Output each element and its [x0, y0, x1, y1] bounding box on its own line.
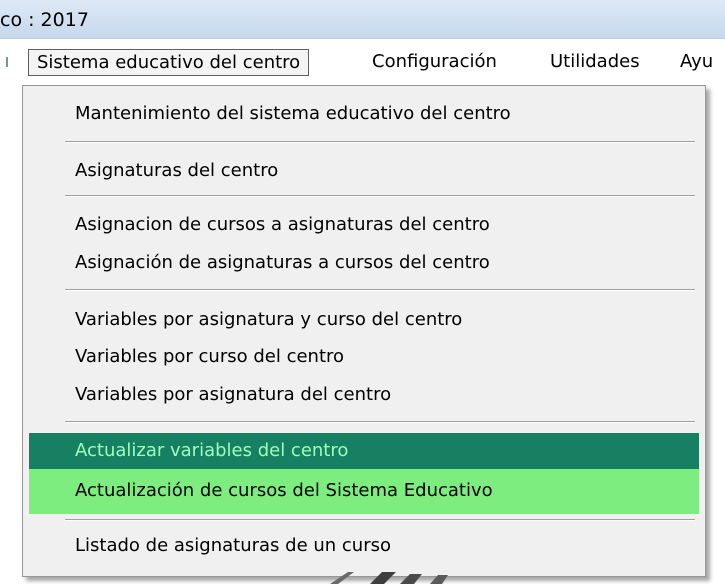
menu-ayuda[interactable]: Ayu	[672, 49, 721, 76]
menu-separator	[65, 195, 695, 197]
menu-separator	[65, 141, 695, 143]
sistema-educativo-dropdown: Mantenimiento del sistema educativo del …	[22, 85, 706, 577]
menu-option-listado-asignaturas[interactable]: Listado de asignaturas de un curso	[29, 529, 699, 563]
menu-bar-edge-mark	[6, 57, 8, 67]
menu-option-variables-asignatura-curso[interactable]: Variables por asignatura y curso del cen…	[29, 303, 699, 337]
menu-separator	[65, 421, 695, 423]
menu-separator	[65, 289, 695, 291]
title-bar: co : 2017	[0, 0, 725, 39]
menu-configuracion[interactable]: Configuración	[364, 49, 505, 76]
menu-option-asignacion-cursos[interactable]: Asignacion de cursos a asignaturas del c…	[29, 208, 699, 242]
menu-bar: Sistema educativo del centro Configuraci…	[0, 44, 725, 80]
decorative-arrows-icon	[330, 572, 448, 584]
menu-sistema-educativo[interactable]: Sistema educativo del centro	[28, 49, 310, 76]
menu-option-variables-curso[interactable]: Variables por curso del centro	[29, 340, 699, 374]
menu-utilidades[interactable]: Utilidades	[542, 49, 648, 76]
menu-separator	[65, 519, 695, 521]
window-title: co : 2017	[0, 9, 89, 31]
menu-option-actualizar-variables[interactable]: Actualizar variables del centro	[29, 433, 699, 469]
menu-option-actualizacion-cursos[interactable]: Actualización de cursos del Sistema Educ…	[29, 469, 699, 514]
menu-option-variables-asignatura[interactable]: Variables por asignatura del centro	[29, 378, 699, 412]
menu-option-asignaturas[interactable]: Asignaturas del centro	[29, 154, 699, 188]
menu-option-asignacion-asignaturas[interactable]: Asignación de asignaturas a cursos del c…	[29, 246, 699, 280]
menu-option-mantenimiento[interactable]: Mantenimiento del sistema educativo del …	[29, 97, 699, 131]
